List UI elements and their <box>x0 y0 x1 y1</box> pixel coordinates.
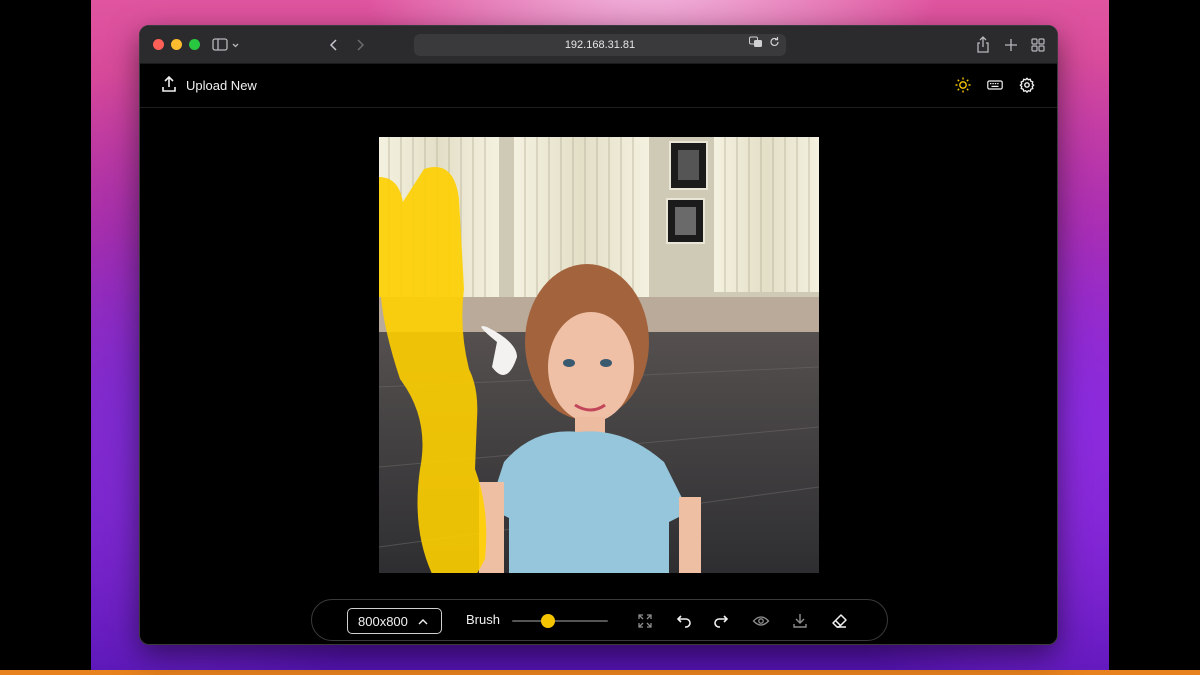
gear-icon[interactable] <box>1019 77 1035 93</box>
app-header: Upload New <box>140 64 1057 108</box>
share-icon[interactable] <box>976 36 990 54</box>
translate-icon[interactable] <box>749 34 763 56</box>
close-window-button[interactable] <box>153 39 164 50</box>
chevron-up-icon <box>418 614 428 629</box>
brush-label: Brush <box>466 612 500 627</box>
editor-canvas[interactable]: 800x800 Brush <box>140 108 1057 644</box>
sun-icon[interactable] <box>955 77 971 93</box>
image-size-value: 800x800 <box>358 613 408 629</box>
photo-canvas[interactable] <box>379 137 819 573</box>
url-text: 192.168.31.81 <box>564 39 636 51</box>
sidebar-toggle-icon[interactable] <box>212 36 240 54</box>
zoom-window-button[interactable] <box>189 39 200 50</box>
address-bar[interactable]: 192.168.31.81 <box>414 34 786 56</box>
image-size-select[interactable]: 800x800 <box>347 608 442 634</box>
download-icon[interactable] <box>791 612 809 630</box>
eye-icon[interactable] <box>752 612 770 630</box>
reload-icon[interactable] <box>769 34 780 56</box>
upload-icon <box>162 75 176 95</box>
upload-new-button[interactable]: Upload New <box>162 75 257 95</box>
browser-titlebar: 192.168.31.81 <box>140 26 1057 64</box>
fit-screen-icon[interactable] <box>636 612 654 630</box>
tab-overview-icon[interactable] <box>1031 36 1045 54</box>
brush-slider-track[interactable] <box>512 620 608 622</box>
minimize-window-button[interactable] <box>171 39 182 50</box>
brush-size-slider[interactable] <box>512 611 608 631</box>
forward-icon[interactable] <box>354 36 366 54</box>
bottom-accent-bar <box>0 670 1200 675</box>
upload-new-label: Upload New <box>186 78 257 93</box>
back-icon[interactable] <box>328 36 340 54</box>
brush-slider-thumb[interactable] <box>541 614 556 628</box>
redo-icon[interactable] <box>713 612 731 630</box>
new-tab-icon[interactable] <box>1004 36 1018 54</box>
undo-icon[interactable] <box>674 612 692 630</box>
browser-window: 192.168.31.81 Upload New 800x800 Brush <box>139 25 1058 645</box>
window-controls <box>153 39 200 50</box>
eraser-icon[interactable] <box>830 612 848 630</box>
bottom-toolbar: 800x800 Brush <box>311 599 888 641</box>
keyboard-icon[interactable] <box>987 77 1003 93</box>
photo-image <box>379 137 819 573</box>
